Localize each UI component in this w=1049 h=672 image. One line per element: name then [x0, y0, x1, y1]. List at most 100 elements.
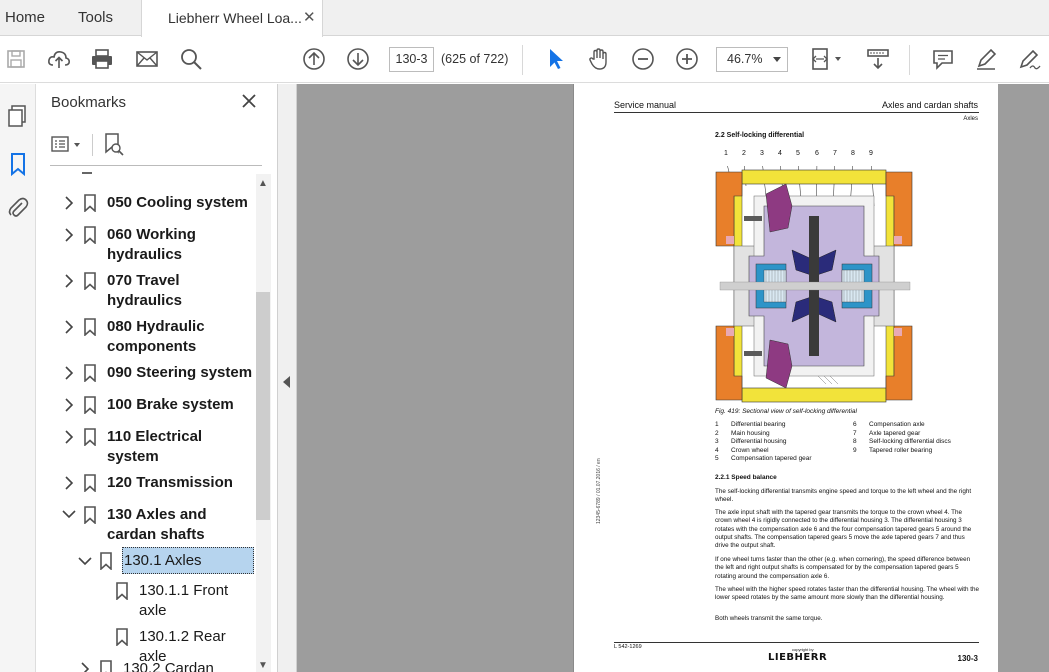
bookmark-icon [84, 226, 96, 244]
bookmark-icon [100, 660, 112, 672]
chevron-down-icon [773, 57, 781, 62]
attachment-icon[interactable] [4, 194, 32, 222]
bookmark-label-line2: axle [139, 602, 167, 619]
bookmark-item[interactable]: 130.2 Cardan shafts [36, 656, 256, 672]
bookmark-item[interactable]: 110 Electrical system [36, 424, 256, 468]
left-rail [0, 84, 36, 672]
clipped-row [82, 172, 92, 174]
scrollbar-thumb[interactable] [256, 292, 270, 520]
bookmark-item[interactable]: 120 Transmission [36, 470, 256, 496]
email-icon[interactable] [135, 47, 159, 71]
chevron-down-icon[interactable] [62, 509, 76, 519]
chevron-right-icon[interactable] [64, 196, 74, 210]
bookmark-item[interactable]: 130.1.2 Rear axle [36, 624, 256, 665]
tools-divider [92, 134, 93, 156]
chevron-right-icon[interactable] [64, 430, 74, 444]
save-icon[interactable] [4, 47, 28, 71]
chevron-right-icon[interactable] [64, 320, 74, 334]
select-cursor-icon[interactable] [544, 47, 568, 71]
comment-icon[interactable] [931, 47, 955, 71]
zoom-select[interactable]: 46.7% [716, 47, 788, 72]
body-paragraph: If one wheel turns faster than the other… [715, 556, 971, 580]
bookmark-item[interactable]: 100 Brake system [36, 392, 256, 418]
chevron-right-icon[interactable] [64, 228, 74, 242]
chevron-right-icon[interactable] [64, 274, 74, 288]
tab-tools[interactable]: Tools [78, 0, 113, 36]
scroll-mode-icon[interactable] [866, 47, 890, 71]
bookmarks-panel: Bookmarks 050 Cooling system 060 Working… [36, 84, 278, 672]
bookmark-item[interactable]: 080 Hydraulic components [36, 314, 256, 358]
scroll-down-icon[interactable]: ▼ [258, 660, 268, 671]
next-page-icon[interactable] [346, 47, 370, 71]
search-icon[interactable] [179, 47, 203, 71]
legend-text: Main housing [731, 429, 770, 437]
bookmark-label-line2: hydraulics [107, 292, 183, 309]
bookmark-list: 050 Cooling system 060 Working hydraulic… [36, 170, 256, 672]
footer-rule [614, 642, 979, 643]
bookmark-label: 110 Electrical [107, 428, 203, 445]
print-icon[interactable] [90, 47, 114, 71]
bookmark-label: 130.1 Axles [124, 552, 202, 569]
bookmark-item[interactable]: 130.1.1 Front axle [36, 578, 256, 622]
liebherr-logo: LIEBHERR [768, 652, 828, 663]
legend-number: 9 [853, 446, 857, 454]
highlight-pen-icon[interactable] [974, 47, 998, 71]
page-fit-icon[interactable] [810, 47, 844, 71]
bookmark-item[interactable]: 130 Axles and cardan shafts [36, 502, 256, 546]
bookmark-label: 070 Travel [107, 272, 180, 289]
find-bookmark-icon[interactable] [102, 132, 126, 158]
tab-document[interactable]: Liebherr Wheel Loa... ✕ [141, 0, 323, 37]
zoom-out-icon[interactable] [631, 47, 655, 71]
bookmark-icon [84, 364, 96, 382]
figure-callout-numbers: 1 2 3 4 5 6 7 8 9 [724, 150, 884, 160]
collapse-arrow-icon [283, 376, 290, 388]
bookmark-item[interactable]: 050 Cooling system [36, 190, 256, 216]
chevron-right-icon[interactable] [64, 476, 74, 490]
tab-home[interactable]: Home [5, 0, 45, 36]
cloud-upload-icon[interactable] [47, 47, 71, 71]
zoom-in-icon[interactable] [675, 47, 699, 71]
callout-number: 4 [778, 150, 782, 157]
bookmark-label: 060 Working [107, 226, 196, 243]
bookmark-icon [84, 318, 96, 336]
section-title: 2.2 Self-locking differential [715, 132, 805, 139]
callout-number: 3 [760, 150, 764, 157]
chevron-right-icon[interactable] [64, 366, 74, 380]
callout-number: 1 [724, 150, 728, 157]
bookmark-item[interactable]: 070 Travel hydraulics [36, 268, 256, 312]
bookmark-label: 080 Hydraulic [107, 318, 205, 335]
legend-number: 3 [715, 438, 719, 445]
bookmark-panel-icon[interactable] [4, 150, 32, 178]
bookmark-label: 130 Axles and [107, 506, 207, 523]
bookmark-options-icon[interactable] [50, 134, 86, 156]
page-number-input[interactable]: 130-3 [389, 47, 434, 72]
tab-close-icon[interactable]: ✕ [303, 8, 316, 26]
zoom-value: 46.7% [727, 52, 763, 66]
chevron-right-icon[interactable] [80, 662, 90, 672]
scroll-up-icon[interactable]: ▲ [258, 178, 268, 189]
bookmark-label-line2: system [107, 448, 159, 465]
hand-tool-icon[interactable] [587, 47, 611, 71]
body-paragraph: The wheel with the higher speed rotates … [715, 586, 980, 602]
page-count: (625 of 722) [441, 52, 509, 66]
side-document-code: 12345-6789 / 01.07.2016 / en [596, 458, 602, 524]
bookmark-item-selected[interactable]: 130.1 Axles [36, 546, 256, 576]
sign-icon[interactable] [1017, 47, 1041, 71]
close-icon[interactable] [240, 92, 258, 110]
panel-collapse-handle[interactable] [278, 84, 297, 672]
page-thumbnails-icon[interactable] [4, 102, 32, 130]
callout-number: 5 [796, 150, 800, 157]
bookmark-icon [84, 428, 96, 446]
bookmark-item[interactable]: 090 Steering system [36, 360, 256, 386]
bookmark-label: 050 Cooling system [107, 194, 248, 211]
bookmark-item[interactable]: 060 Working hydraulics [36, 222, 256, 266]
legend-number: 6 [853, 421, 857, 428]
previous-page-icon[interactable] [302, 47, 326, 71]
bookmark-icon [116, 582, 128, 600]
body-paragraph: Both wheels transmit the same torque. [715, 615, 823, 622]
body-paragraph: The axle input shaft with the tapered ge… [715, 509, 972, 550]
pdf-page: Service manual Axles and cardan shafts A… [573, 84, 998, 672]
document-view[interactable]: Service manual Axles and cardan shafts A… [297, 84, 1049, 672]
chevron-down-icon[interactable] [78, 556, 92, 566]
chevron-right-icon[interactable] [64, 398, 74, 412]
